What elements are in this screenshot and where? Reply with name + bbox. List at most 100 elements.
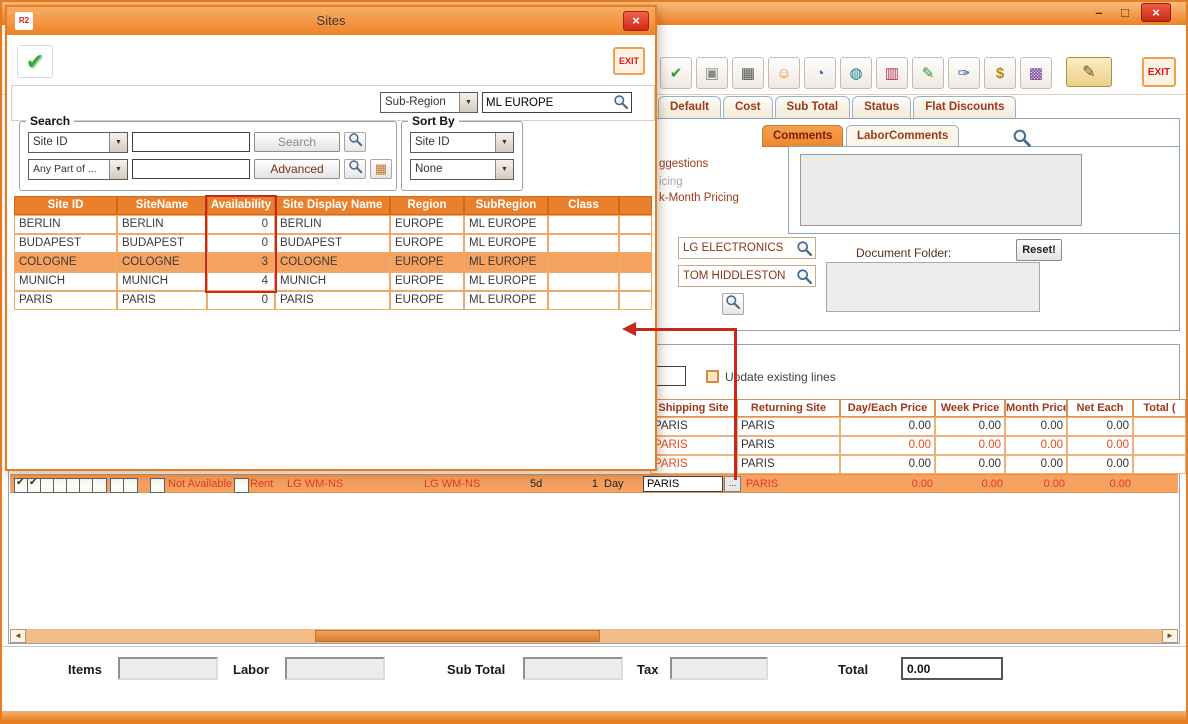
tab-flat-discounts[interactable]: Flat Discounts bbox=[913, 96, 1016, 118]
grid-cell[interactable] bbox=[1133, 436, 1186, 455]
grid-header-net-each[interactable]: Net Each bbox=[1067, 399, 1133, 417]
subregion-combo[interactable]: Sub-Region bbox=[380, 92, 478, 113]
sites-header-subregion[interactable]: SubRegion bbox=[464, 196, 548, 215]
grid-cell[interactable]: PARIS bbox=[737, 417, 840, 436]
grid-cell[interactable]: PARIS bbox=[737, 455, 840, 474]
chevron-down-icon[interactable] bbox=[495, 160, 513, 179]
tab-comments[interactable]: Comments bbox=[762, 125, 843, 147]
site-row-cell[interactable]: BERLIN bbox=[117, 215, 207, 234]
site-row-cell[interactable]: EUROPE bbox=[390, 234, 464, 253]
line-checkbox[interactable] bbox=[92, 478, 107, 493]
contact-field[interactable]: TOM HIDDLESTON bbox=[678, 265, 816, 287]
confirm-button[interactable]: ✔ bbox=[17, 45, 53, 78]
grid-cell[interactable]: 0.00 bbox=[1005, 417, 1067, 436]
grid-cell[interactable]: PARIS bbox=[650, 436, 737, 455]
grid-cell[interactable]: 0.00 bbox=[1005, 455, 1067, 474]
grid-cell[interactable]: 0.00 bbox=[840, 455, 935, 474]
site-row-cell[interactable]: EUROPE bbox=[390, 291, 464, 310]
grid-cell[interactable]: 0.00 bbox=[1067, 417, 1133, 436]
toolbar-sign-button[interactable]: ✑ bbox=[948, 57, 980, 89]
site-row-cell[interactable]: BUDAPEST bbox=[275, 234, 390, 253]
sites-header-region[interactable]: Region bbox=[390, 196, 464, 215]
grid-header-day-each-price[interactable]: Day/Each Price bbox=[840, 399, 935, 417]
toolbar-print-button[interactable]: ▦ bbox=[732, 57, 764, 89]
sites-header-site-display-name[interactable]: Site Display Name bbox=[275, 196, 390, 215]
ellipsis-lookup-button[interactable]: ... bbox=[724, 476, 741, 492]
site-row-cell[interactable]: MUNICH bbox=[275, 272, 390, 291]
toolbar-media-button[interactable]: ◍ bbox=[840, 57, 872, 89]
search-input[interactable] bbox=[132, 132, 250, 152]
site-row-cell[interactable]: 0 bbox=[207, 291, 275, 310]
grid-header-week-price[interactable]: Week Price bbox=[935, 399, 1005, 417]
dialog-exit-button[interactable]: EXIT bbox=[613, 47, 645, 75]
sites-header-site-id[interactable]: Site ID bbox=[14, 196, 117, 215]
chevron-down-icon[interactable] bbox=[109, 160, 127, 179]
match-mode-combo[interactable]: Any Part of ... bbox=[28, 159, 128, 180]
site-row-cell[interactable]: PARIS bbox=[117, 291, 207, 310]
scrollbar-thumb[interactable] bbox=[315, 630, 600, 642]
grid-header-month-price[interactable]: Month Price bbox=[1005, 399, 1067, 417]
site-row-cell-selected[interactable]: ML EUROPE bbox=[464, 253, 548, 272]
search-field-combo[interactable]: Site ID bbox=[28, 132, 128, 153]
site-row-cell[interactable]: ML EUROPE bbox=[464, 291, 548, 310]
close-button[interactable]: × bbox=[1141, 3, 1171, 22]
scroll-right-icon[interactable]: ► bbox=[1162, 629, 1178, 643]
site-row-cell[interactable] bbox=[548, 291, 619, 310]
tab-status[interactable]: Status bbox=[852, 96, 911, 118]
site-row-cell[interactable]: MUNICH bbox=[117, 272, 207, 291]
site-row-cell[interactable]: ML EUROPE bbox=[464, 215, 548, 234]
tab-default[interactable]: Default bbox=[658, 96, 721, 118]
site-row-cell[interactable]: PARIS bbox=[275, 291, 390, 310]
document-folder-area[interactable] bbox=[826, 262, 1040, 312]
site-row-cell[interactable] bbox=[548, 234, 619, 253]
grid-cell[interactable]: PARIS bbox=[650, 417, 737, 436]
grid-cell[interactable]: 0.00 bbox=[935, 455, 1005, 474]
advanced-lookup-button[interactable] bbox=[344, 159, 366, 179]
toolbar-notes-button[interactable]: ✎ bbox=[912, 57, 944, 89]
site-row-cell[interactable]: ML EUROPE bbox=[464, 272, 548, 291]
site-row-cell[interactable] bbox=[619, 291, 652, 310]
sites-header-site-name[interactable]: SiteName bbox=[117, 196, 207, 215]
site-row-cell[interactable] bbox=[548, 272, 619, 291]
tab-sub-total[interactable]: Sub Total bbox=[775, 96, 851, 118]
site-row-cell-selected[interactable]: COLOGNE bbox=[117, 253, 207, 272]
sort-primary-combo[interactable]: Site ID bbox=[410, 132, 514, 153]
subregion-lookup-input[interactable] bbox=[482, 92, 632, 113]
site-row-cell[interactable]: EUROPE bbox=[390, 215, 464, 234]
sites-header-class[interactable]: Class bbox=[548, 196, 619, 215]
sort-secondary-combo[interactable]: None bbox=[410, 159, 514, 180]
dialog-close-button[interactable]: × bbox=[623, 11, 649, 31]
toolbar-approve-button[interactable]: ✔ bbox=[660, 57, 692, 89]
site-row-cell[interactable] bbox=[619, 234, 652, 253]
subregion-search-icon[interactable] bbox=[613, 94, 629, 115]
search-button[interactable]: Search bbox=[254, 132, 340, 152]
grid-header-returning-site[interactable]: Returning Site bbox=[737, 399, 840, 417]
tab-cost[interactable]: Cost bbox=[723, 96, 773, 118]
grid-cell[interactable]: 0.00 bbox=[840, 436, 935, 455]
advanced-search-input[interactable] bbox=[132, 159, 250, 179]
wand-button[interactable]: ✎ bbox=[1066, 57, 1112, 87]
site-row-cell[interactable]: BERLIN bbox=[275, 215, 390, 234]
chevron-down-icon[interactable] bbox=[109, 133, 127, 152]
toolbar-feedback-button[interactable]: ☺ bbox=[768, 57, 800, 89]
lookup-button[interactable] bbox=[722, 293, 744, 315]
site-row-cell[interactable]: BUDAPEST bbox=[117, 234, 207, 253]
comments-textarea[interactable] bbox=[800, 154, 1082, 226]
update-existing-lines-checkbox[interactable] bbox=[706, 370, 719, 383]
grid-header-shipping-site[interactable]: Shipping Site bbox=[650, 399, 737, 417]
line-checkbox[interactable] bbox=[150, 478, 165, 493]
site-row-cell-selected[interactable] bbox=[548, 253, 619, 272]
site-row-cell[interactable] bbox=[619, 272, 652, 291]
maximize-button[interactable]: □ bbox=[1112, 4, 1138, 22]
report-button[interactable]: ▦ bbox=[370, 159, 392, 179]
site-row-cell-selected[interactable]: COLOGNE bbox=[275, 253, 390, 272]
shipping-site-edit-cell[interactable] bbox=[643, 476, 723, 492]
site-row-cell-selected[interactable]: COLOGNE bbox=[14, 253, 117, 272]
site-row-cell-selected[interactable]: EUROPE bbox=[390, 253, 464, 272]
chevron-down-icon[interactable] bbox=[459, 93, 477, 112]
line-checkbox[interactable] bbox=[123, 478, 138, 493]
site-row-cell[interactable]: MUNICH bbox=[14, 272, 117, 291]
grid-cell[interactable]: 0.00 bbox=[935, 417, 1005, 436]
grid-cell[interactable]: 0.00 bbox=[1005, 436, 1067, 455]
site-row-cell[interactable] bbox=[548, 215, 619, 234]
